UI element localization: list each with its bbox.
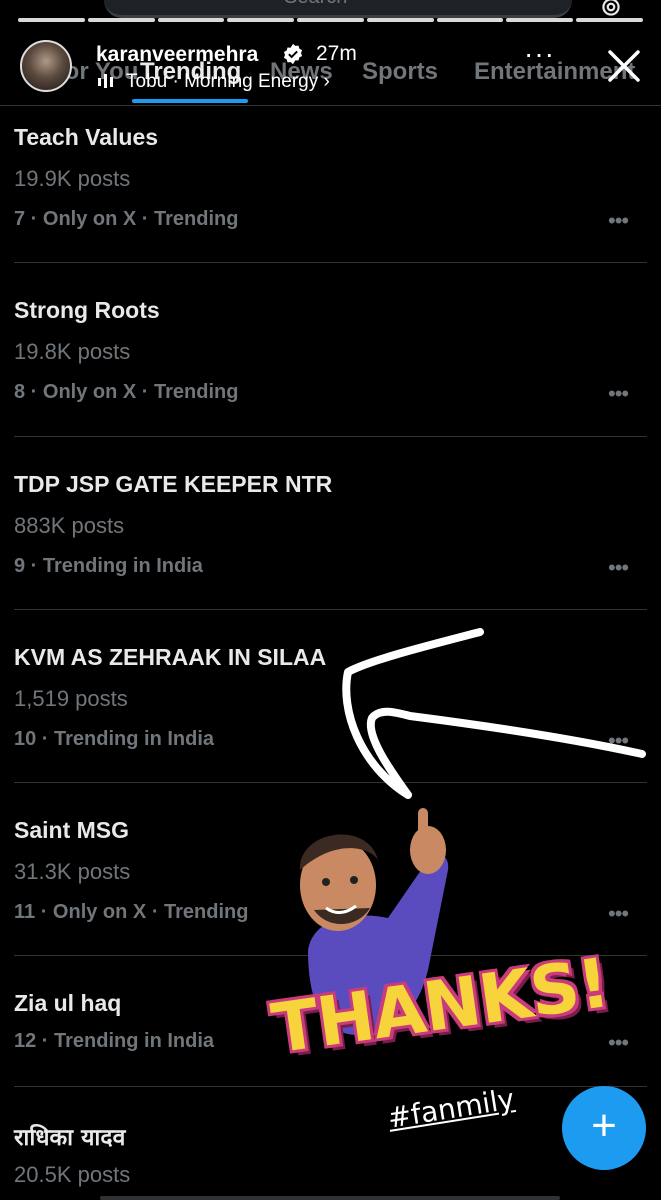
trend-post-count: 19.9K posts (14, 166, 131, 191)
trend-meta: 9 · Trending in India (14, 555, 203, 577)
trend-title: Teach Values (14, 124, 159, 150)
trend-meta: 11 · Only on X · Trending (14, 901, 249, 923)
trend-meta: 7 · Only on X · Trending (14, 208, 239, 230)
trend-meta: 8 · Only on X · Trending (14, 381, 239, 403)
more-options-icon[interactable]: ••• (608, 1030, 629, 1056)
music-bars-icon (98, 74, 113, 88)
more-options-icon[interactable]: ••• (608, 555, 629, 581)
trend-title: राधिका यादव (14, 1125, 126, 1151)
search-input[interactable]: Search (104, 0, 572, 18)
trend-post-count: 31.3K posts (14, 859, 131, 884)
avatar[interactable] (20, 40, 72, 92)
story-header: karanveermehra 27m Tobu · Morning Energy… (20, 40, 640, 96)
more-options-icon[interactable]: ••• (608, 381, 629, 407)
trend-post-count: 20.5K posts (14, 1162, 131, 1187)
hand-drawn-arrow-sticker (342, 628, 646, 799)
trend-meta: 12 · Trending in India (14, 1030, 215, 1052)
more-options-icon[interactable]: ••• (608, 208, 629, 234)
story-music-label[interactable]: Tobu · Morning Energy › (126, 71, 330, 93)
compose-button[interactable]: + (562, 1086, 646, 1170)
divider (14, 609, 647, 610)
trend-title: TDP JSP GATE KEEPER NTR (14, 471, 333, 497)
trend-post-count: 19.8K posts (14, 339, 131, 364)
gear-icon[interactable] (598, 0, 624, 16)
top-bar: Search For You Trending News Sports Ente… (0, 0, 661, 106)
divider (14, 436, 647, 437)
trend-title: KVM AS ZEHRAAK IN SILAA (14, 644, 327, 670)
active-tab-indicator (132, 99, 248, 103)
trend-title: Saint MSG (14, 817, 130, 843)
close-icon[interactable] (606, 48, 642, 84)
trend-title: Zia ul haq (14, 990, 122, 1016)
verified-badge-icon (283, 43, 303, 65)
story-username[interactable]: karanveermehra (96, 43, 258, 67)
story-progress-bar (18, 18, 644, 22)
more-options-icon[interactable]: ••• (608, 901, 629, 927)
home-indicator (100, 1196, 560, 1200)
trend-post-count: 883K posts (14, 513, 125, 538)
story-timestamp: 27m (316, 42, 357, 65)
divider (14, 262, 647, 263)
divider (0, 105, 661, 106)
trend-meta: 10 · Trending in India (14, 728, 215, 750)
trend-post-count: 1,519 posts (14, 686, 128, 711)
more-options-icon[interactable]: ··· (524, 40, 555, 68)
trend-title: Strong Roots (14, 297, 160, 323)
